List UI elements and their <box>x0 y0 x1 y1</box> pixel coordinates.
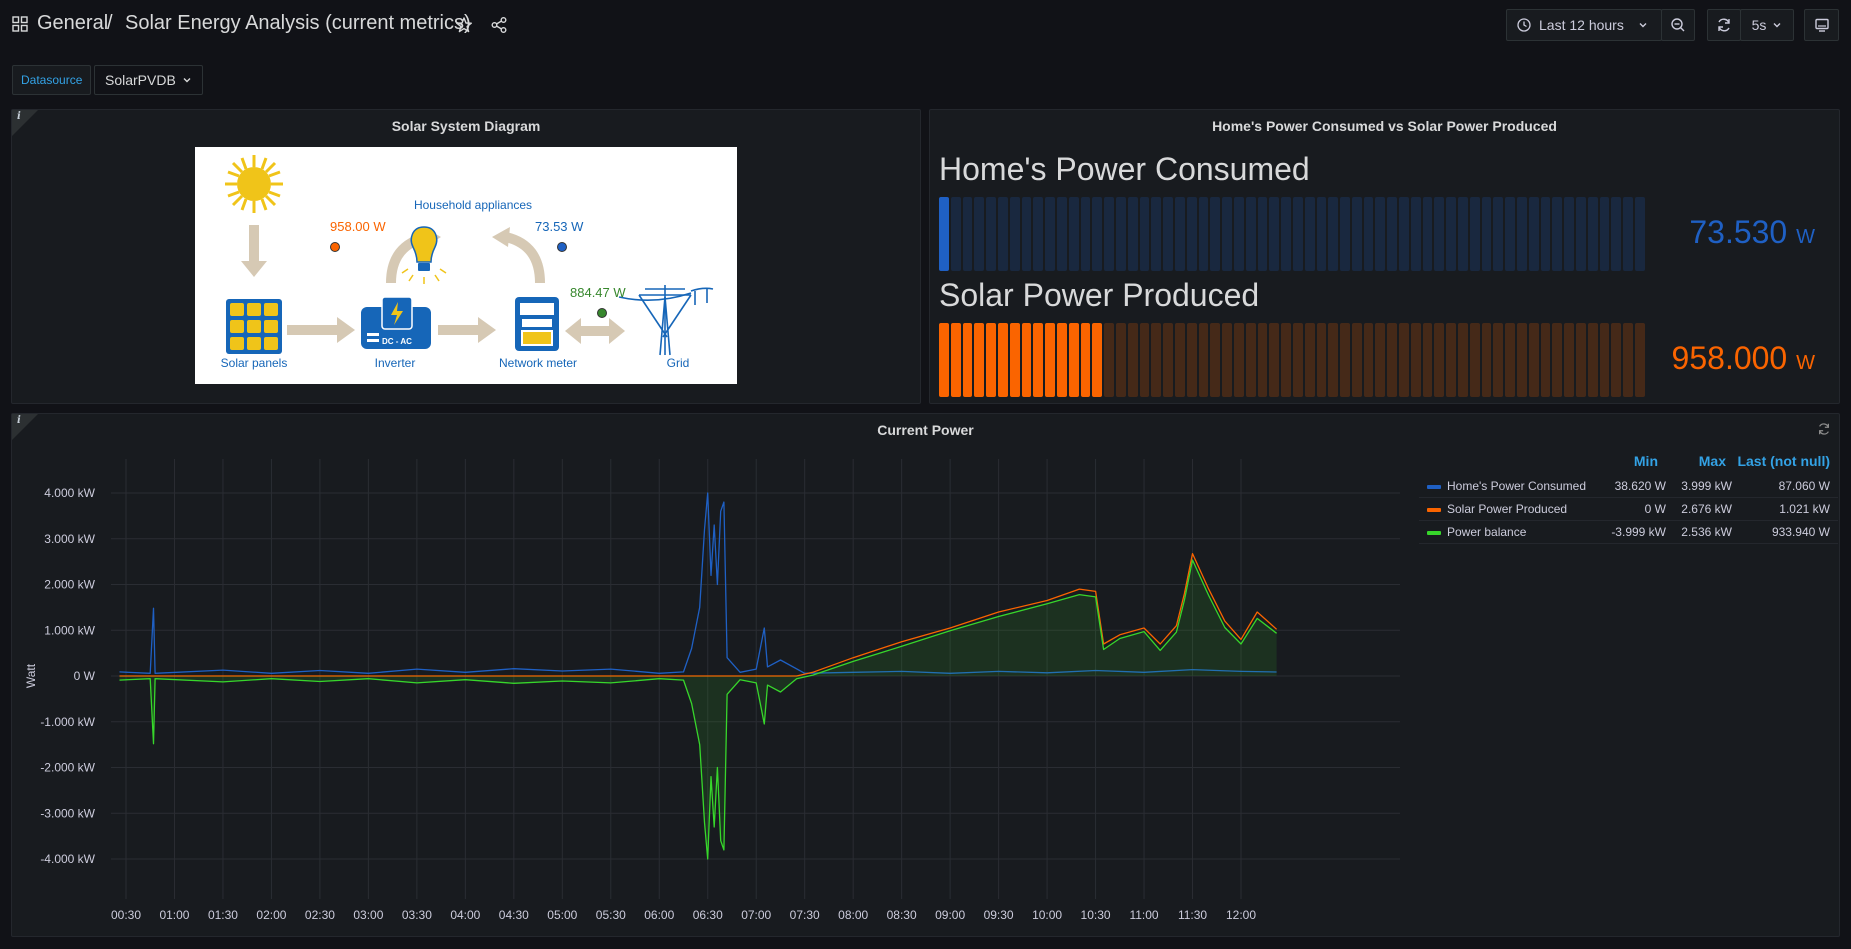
x-tick-label: 10:00 <box>1032 908 1062 922</box>
legend-min: -3.999 kW <box>1611 525 1666 539</box>
y-tick-label: -3.000 kW <box>40 806 95 820</box>
x-axis-ticks: 00:30 01:00 01:30 02:00 02:30 03:00 03:30 04:00… <box>111 908 1256 922</box>
legend-header-min[interactable]: Min <box>1594 453 1658 469</box>
x-tick-label: 04:30 <box>499 908 529 922</box>
y-axis-ticks: 4.000 kW 3.000 kW 2.000 kW 1.000 kW 0 W -1.00… <box>40 486 95 866</box>
x-tick-label: 08:30 <box>887 908 917 922</box>
legend-swatch[interactable] <box>1427 531 1441 535</box>
legend-min: 38.620 W <box>1614 479 1666 493</box>
x-tick-label: 03:00 <box>353 908 383 922</box>
legend-header-last[interactable]: Last (not null) <box>1728 453 1830 469</box>
legend-min: 0 W <box>1644 502 1666 516</box>
legend-header-max[interactable]: Max <box>1660 453 1726 469</box>
x-tick-label: 12:00 <box>1226 908 1256 922</box>
x-tick-label: 01:30 <box>208 908 238 922</box>
legend-row-solar[interactable]: Solar Power Produced 0 W 2.676 kW 1.021 … <box>1419 498 1838 521</box>
legend-swatch[interactable] <box>1427 485 1441 489</box>
x-tick-label: 02:00 <box>256 908 286 922</box>
graph-series <box>119 492 1278 860</box>
y-tick-label: 3.000 kW <box>44 532 95 546</box>
legend-row-balance[interactable]: Power balance -3.999 kW 2.536 kW 933.940… <box>1419 521 1838 544</box>
legend-series-name[interactable]: Power balance <box>1447 525 1526 539</box>
legend-max: 2.676 kW <box>1681 502 1732 516</box>
x-tick-label: 08:00 <box>838 908 868 922</box>
x-tick-label: 10:30 <box>1081 908 1111 922</box>
x-tick-label: 02:30 <box>305 908 335 922</box>
y-tick-label: -1.000 kW <box>40 715 95 729</box>
y-tick-label: 0 W <box>74 669 96 683</box>
y-tick-label: -4.000 kW <box>40 852 95 866</box>
legend-max: 3.999 kW <box>1681 479 1732 493</box>
y-tick-label: 2.000 kW <box>44 578 95 592</box>
y-axis-label: Watt <box>24 663 38 688</box>
x-tick-label: 11:30 <box>1178 908 1207 922</box>
y-tick-label: 1.000 kW <box>44 623 95 637</box>
legend-series-name[interactable]: Solar Power Produced <box>1447 502 1567 516</box>
legend-last: 933.940 W <box>1771 525 1830 539</box>
x-tick-label: 07:00 <box>741 908 771 922</box>
legend-last: 1.021 kW <box>1779 502 1830 516</box>
x-tick-label: 03:30 <box>402 908 432 922</box>
x-tick-label: 05:30 <box>596 908 626 922</box>
x-tick-label: 00:30 <box>111 908 141 922</box>
x-tick-label: 05:00 <box>547 908 577 922</box>
x-tick-label: 04:00 <box>450 908 480 922</box>
series-area-power-balance <box>119 560 1277 859</box>
x-tick-label: 07:30 <box>790 908 820 922</box>
x-tick-label: 11:00 <box>1129 908 1158 922</box>
x-tick-label: 09:30 <box>984 908 1014 922</box>
legend-row-home[interactable]: Home's Power Consumed 38.620 W 3.999 kW … <box>1419 475 1838 498</box>
x-tick-label: 09:00 <box>935 908 965 922</box>
legend-max: 2.536 kW <box>1681 525 1732 539</box>
legend-series-name[interactable]: Home's Power Consumed <box>1447 479 1586 493</box>
x-tick-label: 06:30 <box>693 908 723 922</box>
y-tick-label: -2.000 kW <box>40 761 95 775</box>
x-tick-label: 06:00 <box>644 908 674 922</box>
x-tick-label: 01:00 <box>159 908 189 922</box>
legend-last: 87.060 W <box>1778 479 1830 493</box>
y-tick-label: 4.000 kW <box>44 486 95 500</box>
legend-swatch[interactable] <box>1427 508 1441 512</box>
